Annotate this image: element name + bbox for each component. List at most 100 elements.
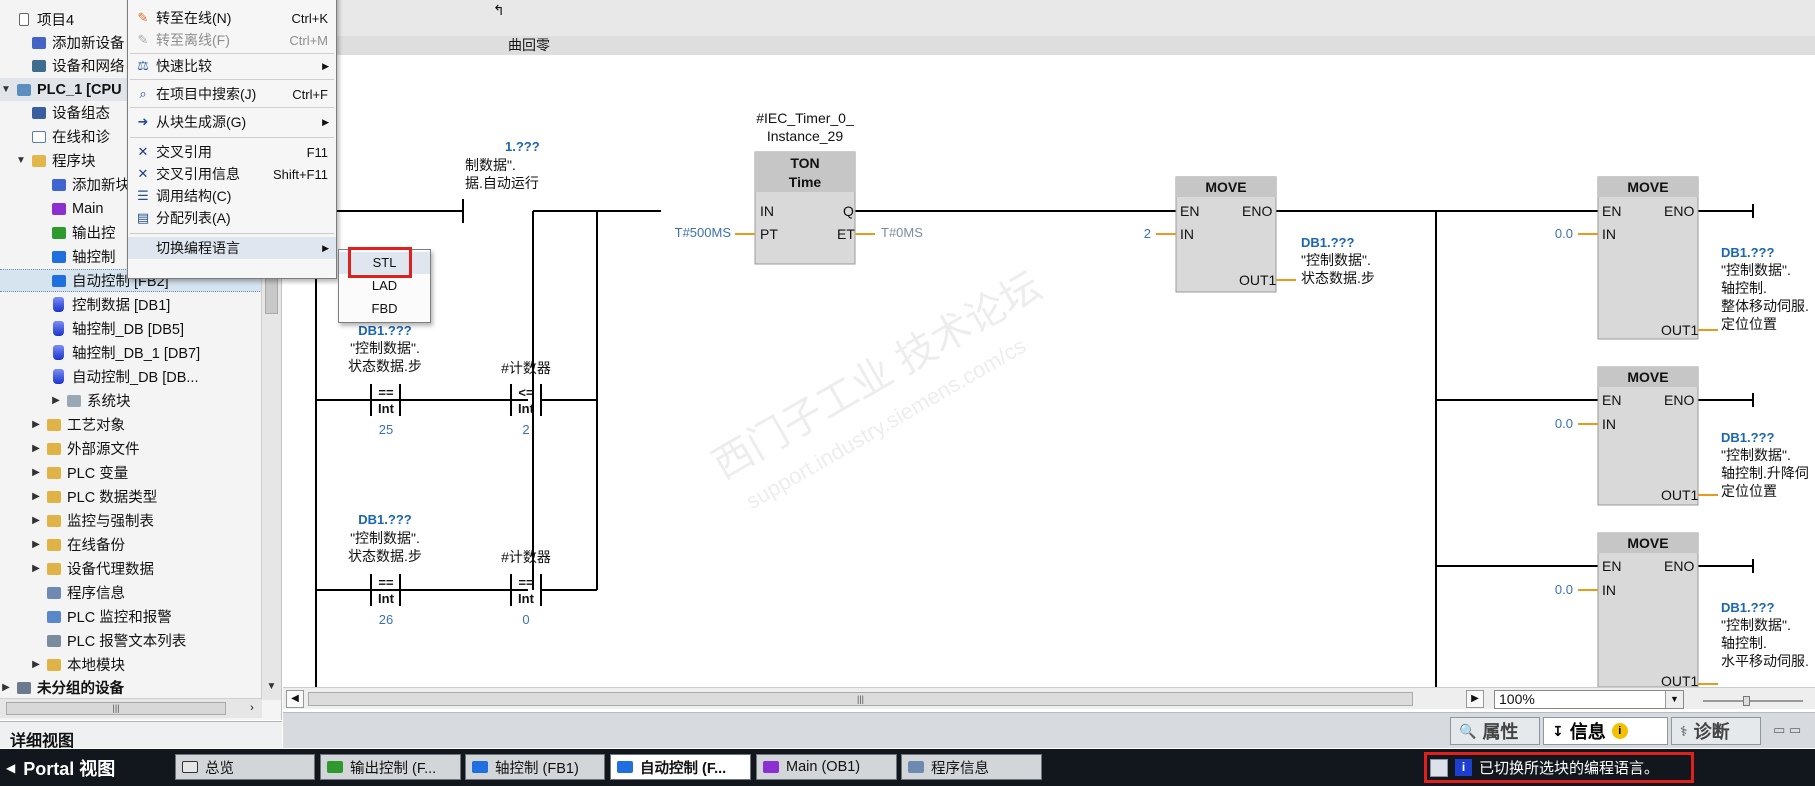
- scroll-down-icon[interactable]: ▼: [262, 678, 281, 696]
- menu-item-call-structure[interactable]: ☰ 调用结构(C): [128, 185, 336, 207]
- svg-text:<=: <=: [518, 385, 534, 400]
- menu-item-cross-reference-info[interactable]: ✕ 交叉引用信息 Shift+F11: [128, 163, 336, 185]
- tree-item-control-data-db[interactable]: 控制数据 [DB1]: [0, 293, 262, 316]
- task-output-control[interactable]: 输出控制 (F...: [320, 754, 461, 780]
- fc-icon: [50, 225, 67, 240]
- window-layout-icon[interactable]: ▭ ▭: [1773, 722, 1801, 738]
- status-message[interactable]: i 已切换所选块的编程语言。: [1424, 752, 1694, 783]
- scroll-left-icon[interactable]: ◀: [286, 690, 304, 708]
- go-online-icon: ✎: [137, 10, 149, 25]
- expand-down-icon[interactable]: ▼: [15, 155, 27, 166]
- menu-item-assignment-list[interactable]: ▤ 分配列表(A): [128, 207, 336, 229]
- watermark: 西门子工业 技术论坛 support.industry.siemens.com/…: [706, 264, 1049, 514]
- plc-datatypes-icon: [45, 489, 62, 504]
- expand-right-icon[interactable]: ▶: [30, 563, 42, 574]
- db-icon: [50, 321, 67, 336]
- menu-item-go-online[interactable]: ✎ 转至在线(N) Ctrl+K: [128, 7, 336, 29]
- task-auto-control[interactable]: 自动控制 (F...: [610, 754, 751, 780]
- svg-text:EN: EN: [1180, 203, 1199, 219]
- tree-item-plc-datatypes[interactable]: ▶ PLC 数据类型: [0, 485, 262, 508]
- add-device-icon: [30, 35, 47, 50]
- info-badge-icon: i: [1611, 723, 1628, 739]
- menu-item-generate-source[interactable]: ➜ 从块生成源(G) ▶: [128, 111, 336, 133]
- svg-text:轴控制.: 轴控制.: [1721, 635, 1767, 651]
- context-menu[interactable]: ✎ 转至在线(N) Ctrl+K ✎ 转至离线(F) Ctrl+M ⚖ 快速比较 ▶ ⌕ 在项…: [127, 0, 337, 279]
- tree-item-online-backup[interactable]: ▶ 在线备份: [0, 533, 262, 556]
- portal-view-button[interactable]: ◀ Portal 视图: [0, 749, 115, 786]
- scroll-right-icon[interactable]: ›: [242, 699, 262, 718]
- tree-item-auto-control-db[interactable]: 自动控制_DB [DB...: [0, 365, 262, 388]
- move-block-2[interactable]: [1597, 176, 1699, 340]
- tree-item-axis-control-db1[interactable]: 轴控制_DB_1 [DB7]: [0, 341, 262, 364]
- expand-right-icon[interactable]: ▶: [0, 682, 12, 693]
- move-block-4[interactable]: [1597, 532, 1699, 687]
- menu-item-cross-reference[interactable]: ✕ 交叉引用 F11: [128, 141, 336, 163]
- svg-text:2: 2: [1144, 226, 1151, 241]
- menu-item-search-project[interactable]: ⌕ 在项目中搜索(J) Ctrl+F: [128, 83, 336, 105]
- expand-right-icon[interactable]: ▶: [30, 467, 42, 478]
- svg-text:"控制数据".: "控制数据".: [1721, 262, 1791, 278]
- tree-item-ext-source[interactable]: ▶ 外部源文件: [0, 437, 262, 460]
- task-axis-control[interactable]: 轴控制 (FB1): [465, 754, 605, 780]
- overview-icon: [182, 761, 198, 773]
- svg-text:0.0: 0.0: [1555, 416, 1573, 431]
- expand-right-icon[interactable]: ▶: [30, 659, 42, 670]
- scroll-right-icon[interactable]: ▶: [1466, 690, 1484, 708]
- zoom-select[interactable]: 100% ▼: [1494, 690, 1684, 709]
- tab-diagnostics[interactable]: ⚕ 诊断: [1671, 717, 1761, 745]
- task-overview[interactable]: 总览: [175, 754, 315, 780]
- tree-item-local-modules[interactable]: ▶ 本地模块: [0, 653, 262, 676]
- slider-knob[interactable]: [1743, 696, 1750, 706]
- ladder-network[interactable]: 西门子工业 技术论坛 support.industry.siemens.com/…: [283, 0, 1815, 687]
- program-editor[interactable]: ↰ 曲回零 西门子工业 技术论坛 support.industry.siemen…: [283, 0, 1815, 712]
- assignment-list-icon: ▤: [136, 210, 150, 225]
- tree-horizontal-scrollbar[interactable]: ||| ›: [0, 698, 262, 718]
- submenu-item-fbd[interactable]: FBD: [339, 298, 430, 320]
- menu-item-go-offline[interactable]: ✎ 转至离线(F) Ctrl+M: [128, 29, 336, 51]
- svg-text:MOVE: MOVE: [1627, 535, 1668, 551]
- go-offline-icon: ✎: [137, 32, 149, 47]
- expand-right-icon[interactable]: ▶: [30, 491, 42, 502]
- expand-right-icon[interactable]: ▶: [30, 539, 42, 550]
- system-block-icon: [65, 393, 82, 408]
- tree-item-plc-tags[interactable]: ▶ PLC 变量: [0, 461, 262, 484]
- tab-info[interactable]: ↧ 信息 i: [1543, 717, 1668, 745]
- diagnostics-icon: ⚕: [1680, 722, 1688, 739]
- scroll-thumb[interactable]: |||: [6, 702, 226, 715]
- tree-item-program-info[interactable]: 程序信息: [0, 581, 262, 604]
- svg-text:#计数器: #计数器: [501, 549, 551, 565]
- menu-item-switch-language[interactable]: 切换编程语言 ▶: [128, 237, 336, 259]
- scroll-thumb[interactable]: |||: [308, 692, 1413, 706]
- zoom-slider[interactable]: [1703, 696, 1803, 706]
- svg-text:#计数器: #计数器: [501, 360, 551, 376]
- tree-item-system-blocks[interactable]: ▶ 系统块: [0, 389, 262, 412]
- submenu-item-lad[interactable]: LAD: [339, 275, 430, 297]
- svg-text:EN: EN: [1602, 558, 1621, 574]
- tree-item-watch-tables[interactable]: ▶ 监控与强制表: [0, 509, 262, 532]
- timer-instance-2: Instance_29: [767, 128, 843, 144]
- chevron-down-icon[interactable]: ▼: [1665, 691, 1683, 708]
- tree-item-alarm-texts[interactable]: PLC 报警文本列表: [0, 629, 262, 652]
- tree-item-plc-alarms[interactable]: PLC 监控和报警: [0, 605, 262, 628]
- menu-item-quick-compare[interactable]: ⚖ 快速比较 ▶: [128, 55, 336, 77]
- tree-item-proxy-data[interactable]: ▶ 设备代理数据: [0, 557, 262, 580]
- plc-tags-icon: [45, 465, 62, 480]
- tree-item-tech-objects[interactable]: ▶ 工艺对象: [0, 413, 262, 436]
- expand-right-icon[interactable]: ▶: [30, 515, 42, 526]
- tab-properties[interactable]: 🔍 属性: [1450, 717, 1540, 745]
- expand-right-icon[interactable]: ▶: [30, 419, 42, 430]
- tree-item-axis-control-db[interactable]: 轴控制_DB [DB5]: [0, 317, 262, 340]
- editor-horizontal-scrollbar[interactable]: ◀ ||| ▶ 100% ▼: [283, 687, 1815, 709]
- task-main[interactable]: Main (OB1): [756, 754, 897, 780]
- timer-pin-q: Q: [843, 203, 854, 219]
- move-block-3[interactable]: [1597, 366, 1699, 506]
- device-config-icon: [30, 105, 47, 120]
- task-program-info[interactable]: 程序信息: [901, 754, 1042, 780]
- expand-right-icon[interactable]: ▶: [50, 395, 62, 406]
- expand-down-icon[interactable]: ▼: [0, 84, 12, 95]
- detail-view-header[interactable]: 详细视图: [0, 721, 282, 750]
- expand-right-icon[interactable]: ▶: [30, 443, 42, 454]
- properties-icon: 🔍: [1459, 722, 1477, 739]
- svg-text:25: 25: [379, 422, 393, 437]
- tree-item-ungrouped[interactable]: ▶ 未分组的设备: [0, 676, 262, 699]
